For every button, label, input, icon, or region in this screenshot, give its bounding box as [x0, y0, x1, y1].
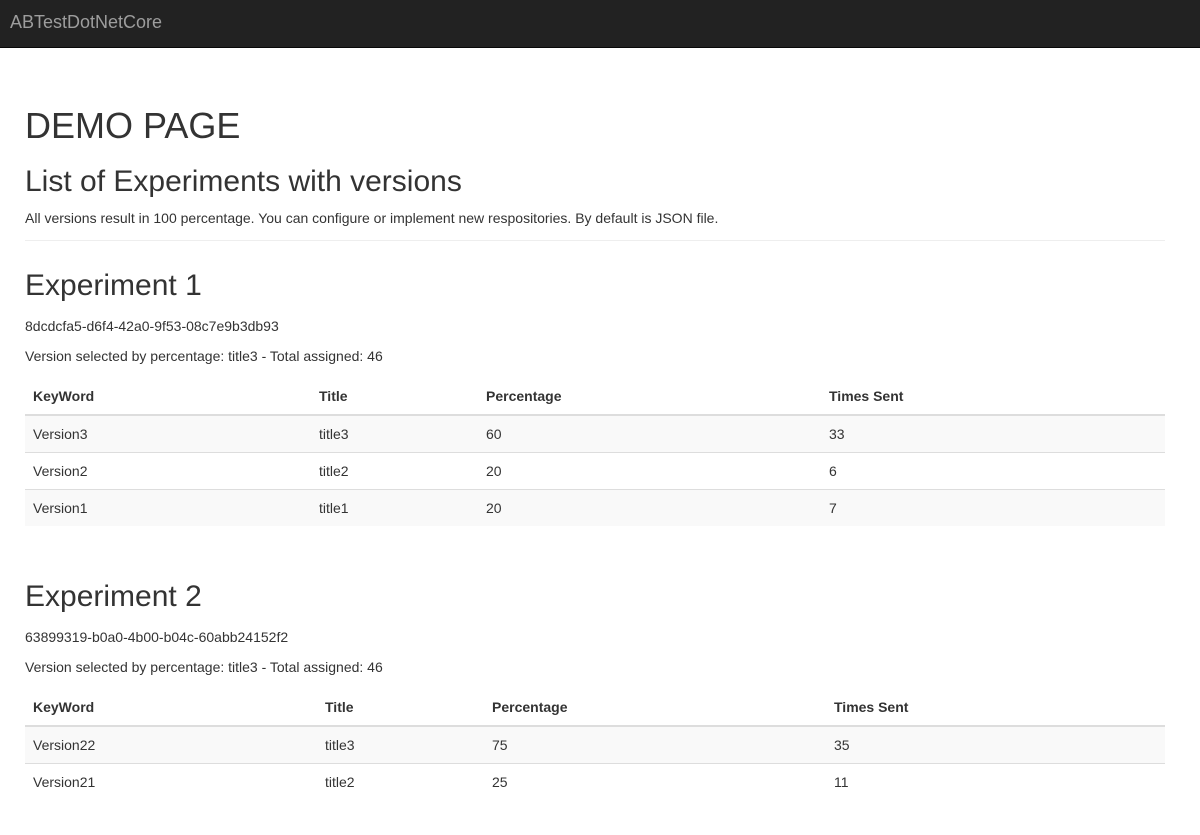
- column-header-title: Title: [311, 378, 478, 416]
- divider: [25, 240, 1165, 241]
- top-navbar: ABTestDotNetCore: [0, 0, 1200, 48]
- cell-keyword: Version21: [25, 763, 317, 800]
- cell-percentage: 20: [478, 489, 821, 526]
- table-row: Version21 title2 25 11: [25, 763, 1165, 800]
- experiment-guid: 63899319-b0a0-4b00-b04c-60abb24152f2: [25, 629, 289, 645]
- cell-times-sent: 35: [834, 737, 850, 753]
- cell-percentage: 75: [492, 737, 508, 753]
- cell-title: title2: [317, 763, 484, 800]
- cell-times-sent: 6: [821, 452, 1165, 490]
- table-header-row: KeyWord Title Percentage Times Sent: [25, 689, 1165, 727]
- versions-table: KeyWord Title Percentage Times Sent Vers…: [25, 689, 1165, 800]
- intro-text: All versions result in 100 percentage. Y…: [25, 210, 719, 226]
- experiment-section: Experiment 1 8dcdcfa5-d6f4-42a0-9f53-08c…: [25, 266, 1165, 526]
- cell-percentage: 60: [486, 426, 502, 442]
- cell-times-sent: 11: [826, 763, 1165, 800]
- cell-keyword: Version3: [33, 426, 88, 442]
- selected-version-text: Version selected by percentage: title3 -…: [25, 348, 383, 364]
- column-header-times-sent: Times Sent: [826, 689, 1165, 727]
- cell-title: title3: [325, 737, 355, 753]
- column-header-percentage: Percentage: [484, 689, 826, 727]
- cell-percentage: 25: [484, 763, 826, 800]
- brand-link[interactable]: ABTestDotNetCore: [0, 0, 172, 44]
- cell-keyword: Version2: [25, 452, 311, 490]
- table-header-row: KeyWord Title Percentage Times Sent: [25, 378, 1165, 416]
- cell-title: title1: [311, 489, 478, 526]
- experiment-title: Experiment 1: [25, 269, 202, 302]
- column-header-title: Title: [317, 689, 484, 727]
- column-header-times-sent: Times Sent: [821, 378, 1165, 416]
- versions-table: KeyWord Title Percentage Times Sent Vers…: [25, 378, 1165, 526]
- page-subtitle: List of Experiments with versions: [25, 165, 462, 198]
- table-row: Version22 title3 75 35: [25, 726, 1165, 764]
- cell-percentage: 20: [478, 452, 821, 490]
- cell-keyword: Version1: [25, 489, 311, 526]
- table-row: Version3 title3 60 33: [25, 415, 1165, 453]
- cell-keyword: Version22: [33, 737, 96, 753]
- cell-title: title2: [311, 452, 478, 490]
- cell-times-sent: 33: [829, 426, 845, 442]
- experiment-guid: 8dcdcfa5-d6f4-42a0-9f53-08c7e9b3db93: [25, 318, 279, 334]
- experiment-title: Experiment 2: [25, 580, 202, 613]
- cell-times-sent: 7: [821, 489, 1165, 526]
- column-header-keyword: KeyWord: [25, 689, 317, 727]
- table-row: Version1 title1 20 7: [25, 489, 1165, 526]
- column-header-keyword: KeyWord: [25, 378, 311, 416]
- selected-version-text: Version selected by percentage: title3 -…: [25, 659, 383, 675]
- table-row: Version2 title2 20 6: [25, 452, 1165, 490]
- column-header-percentage: Percentage: [478, 378, 821, 416]
- cell-title: title3: [319, 426, 349, 442]
- experiment-section: Experiment 2 63899319-b0a0-4b00-b04c-60a…: [25, 577, 1165, 800]
- page-title: DEMO PAGE: [25, 105, 241, 146]
